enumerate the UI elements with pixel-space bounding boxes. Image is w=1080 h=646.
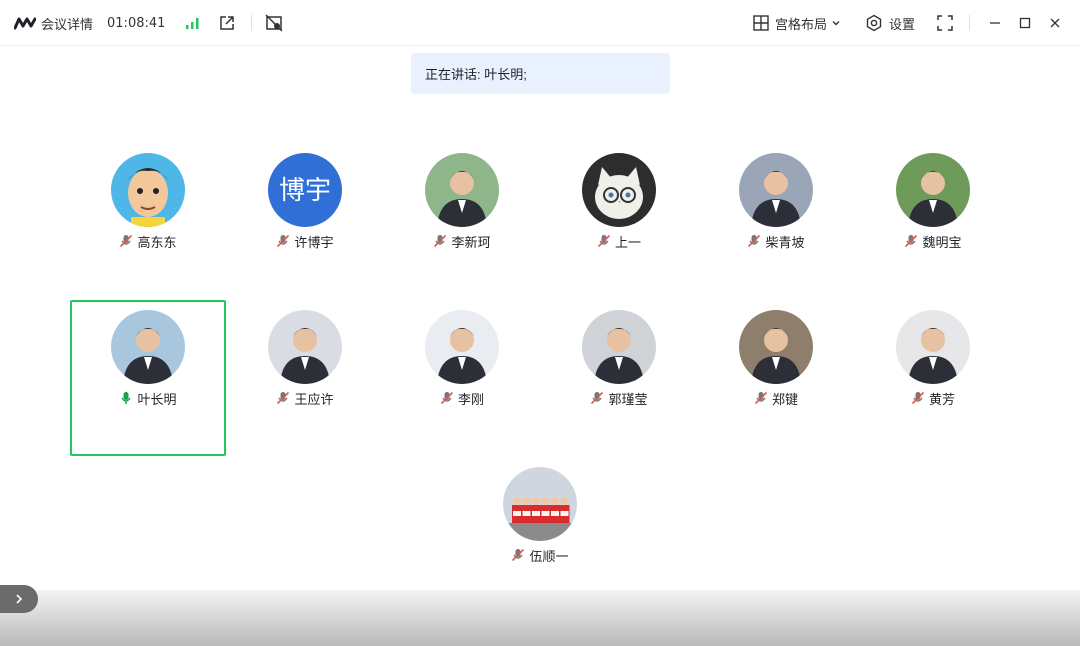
title-bar: 会议详情 01:08:41 宫格布局 设置 [0, 0, 1080, 46]
window-controls-divider [969, 15, 970, 31]
meeting-timer: 01:08:41 [107, 15, 166, 31]
speaking-text: 正在讲话: 叶长明; [425, 67, 527, 82]
participant-name-row: 李新珂 [384, 231, 540, 251]
participant-name: 许博宇 [294, 234, 334, 250]
mic-muted-icon [512, 548, 525, 562]
participant-name-row: 黄芳 [855, 388, 1011, 408]
participant-name: 李刚 [457, 391, 484, 407]
participant-tile[interactable]: 叶长明 [70, 300, 226, 456]
participant-avatar: 博宇 [268, 153, 342, 227]
chevron-right-icon [16, 594, 23, 604]
participant-tile[interactable]: 高东东 [70, 143, 226, 299]
mic-muted-icon [440, 391, 454, 405]
mic-muted-icon [277, 391, 290, 405]
participant-tile[interactable]: 上一 [541, 143, 697, 299]
participant-avatar [503, 467, 577, 541]
participant-tile[interactable]: 李刚 [384, 300, 540, 456]
participant-name-row: 叶长明 [72, 388, 224, 408]
gear-icon [866, 14, 882, 32]
participant-avatar [425, 310, 499, 384]
speaking-indicator-banner: 正在讲话: 叶长明; [411, 53, 670, 94]
mic-muted-icon [754, 391, 768, 405]
participant-avatar [268, 310, 342, 384]
settings-label: 设置 [888, 16, 915, 32]
participant-name-row: 伍顺一 [462, 545, 618, 565]
bottom-toolbar [0, 590, 1080, 646]
close-icon[interactable] [1042, 10, 1068, 36]
participant-tile[interactable]: 郑键 [698, 300, 854, 456]
participant-avatar [896, 153, 970, 227]
mic-muted-icon [597, 234, 611, 248]
participant-name: 上一 [614, 234, 641, 250]
participant-tile[interactable]: 魏明宝 [855, 143, 1011, 299]
participant-name-row: 柴青坡 [698, 231, 854, 251]
participant-name: 柴青坡 [765, 234, 805, 250]
expand-toolbar-button[interactable] [0, 585, 38, 613]
grid-layout-label: 宫格布局 [774, 16, 827, 32]
grid-icon [753, 15, 769, 31]
participant-avatar [896, 310, 970, 384]
participant-name: 高东东 [137, 234, 177, 250]
participant-name: 郭瑾莹 [608, 391, 648, 407]
participant-name: 郑键 [771, 391, 798, 407]
participant-tile[interactable]: 柴青坡 [698, 143, 854, 299]
participant-tile[interactable]: 王应许 [227, 300, 383, 456]
participant-name-row: 魏明宝 [855, 231, 1011, 251]
maximize-icon[interactable] [1012, 10, 1038, 36]
participant-name-row: 王应许 [227, 388, 383, 408]
participant-name: 王应许 [294, 391, 334, 407]
mic-muted-icon [911, 391, 925, 405]
participant-name-row: 郑键 [698, 388, 854, 408]
minimize-icon[interactable] [982, 10, 1008, 36]
participant-name: 李新珂 [451, 234, 491, 250]
participant-avatar [582, 153, 656, 227]
participant-name: 魏明宝 [922, 234, 962, 250]
participant-name: 黄芳 [928, 391, 955, 407]
fullscreen-icon[interactable] [931, 9, 959, 37]
mic-muted-icon [120, 234, 133, 248]
grid-layout-button[interactable]: 宫格布局 [753, 14, 847, 33]
participant-avatar [111, 310, 185, 384]
participant-tile[interactable]: 博宇许博宇 [227, 143, 383, 299]
participant-name-row: 上一 [541, 231, 697, 251]
participant-avatar [582, 310, 656, 384]
participant-name: 叶长明 [137, 391, 177, 407]
participant-name-row: 高东东 [70, 231, 226, 251]
settings-button[interactable]: 设置 [865, 14, 915, 33]
participant-name: 伍顺一 [529, 548, 569, 564]
signal-strength-icon[interactable] [179, 9, 207, 37]
mic-muted-icon [905, 234, 918, 248]
share-external-icon[interactable] [213, 9, 241, 37]
mic-active-icon [121, 392, 132, 404]
meeting-title: 会议详情 [41, 16, 94, 32]
participant-avatar [111, 153, 185, 227]
app-logo-icon [14, 17, 36, 30]
toolbar-divider [251, 15, 253, 31]
mic-muted-icon [277, 234, 290, 248]
mic-muted-icon [591, 391, 604, 405]
record-off-icon[interactable] [260, 9, 288, 37]
participant-avatar [739, 153, 813, 227]
chevron-down-icon [832, 21, 840, 26]
participant-tile[interactable]: 黄芳 [855, 300, 1011, 456]
participant-name-row: 李刚 [384, 388, 540, 408]
participant-name-row: 许博宇 [227, 231, 383, 251]
mic-muted-icon [748, 234, 761, 248]
participant-avatar [739, 310, 813, 384]
participant-avatar [425, 153, 499, 227]
avatar-initials: 博宇 [279, 176, 331, 206]
participant-tile[interactable]: 郭瑾莹 [541, 300, 697, 456]
mic-muted-icon [434, 234, 447, 248]
participant-tile[interactable]: 李新珂 [384, 143, 540, 299]
participant-name-row: 郭瑾莹 [541, 388, 697, 408]
